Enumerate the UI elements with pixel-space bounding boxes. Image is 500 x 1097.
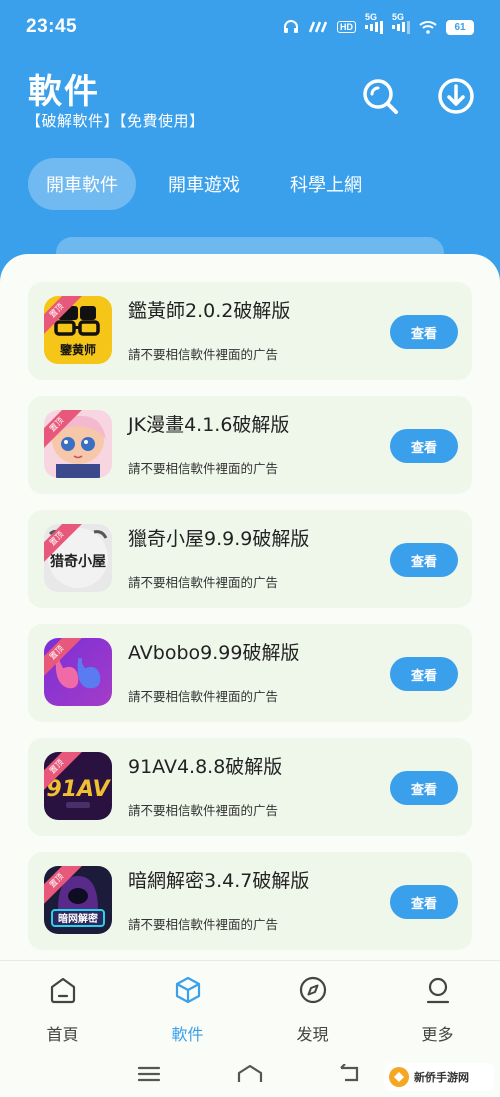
app-name: JK漫畫4.1.6破解版 — [128, 414, 290, 436]
darkweb-app-icon: 暗网解密 置顶 — [44, 866, 112, 934]
speed-indicator-icon — [308, 21, 328, 33]
status-bar: 23:45 HD 5G 5G 61 — [0, 0, 500, 54]
app-name: 91AV4.8.8破解版 — [128, 756, 283, 778]
signal-2-icon: 5G — [392, 12, 410, 34]
list-item: 置顶 JK漫畫4.1.6破解版 請不要相信軟件裡面的广告 查看 — [28, 396, 472, 494]
watermark-text: 新侨手游网 — [414, 1071, 469, 1084]
watermark-logo-icon — [389, 1067, 409, 1087]
app-name: 暗網解密3.4.7破解版 — [128, 870, 310, 892]
list-item: 鑒黄师 置顶 鑑黃師2.0.2破解版 請不要相信軟件裡面的广告 查看 — [28, 282, 472, 380]
back-icon[interactable] — [339, 1063, 363, 1088]
menu-icon[interactable] — [137, 1065, 161, 1087]
view-button[interactable]: 查看 — [390, 429, 458, 463]
app-description: 請不要相信軟件裡面的广告 — [128, 575, 279, 590]
list-item: 猎奇小屋 置顶 獵奇小屋9.9.9破解版 請不要相信軟件裡面的广告 查看 — [28, 510, 472, 608]
app-description: 請不要相信軟件裡面的广告 — [128, 689, 279, 704]
view-button[interactable]: 查看 — [390, 771, 458, 805]
lieqi-xiaowu-app-icon: 猎奇小屋 置顶 — [44, 524, 112, 592]
headphones-icon — [283, 19, 299, 35]
watermark: 新侨手游网 — [384, 1063, 494, 1091]
nav-item-discover[interactable]: 发現 — [250, 961, 375, 1055]
app-description: 請不要相信軟件裡面的广告 — [128, 347, 279, 362]
category-tabs: 開車軟件 開車遊戏 科學上網 — [28, 158, 380, 210]
page-title: 軟件 — [28, 72, 100, 112]
svg-text:鑒黄师: 鑒黄师 — [59, 342, 96, 357]
page-subtitle: 【破解軟件】【免費使用】 — [26, 112, 205, 130]
search-icon[interactable] — [358, 74, 402, 118]
jianhuangshi-app-icon: 鑒黄师 置顶 — [44, 296, 112, 364]
view-button[interactable]: 查看 — [390, 657, 458, 691]
battery-indicator: 61 — [446, 19, 474, 35]
box-icon — [175, 976, 200, 1004]
view-button[interactable]: 查看 — [390, 543, 458, 577]
nav-item-more[interactable]: 更多 — [375, 961, 500, 1055]
home-icon — [50, 977, 75, 1004]
nav-label: 更多 — [421, 1025, 454, 1044]
list-item: 91AV 置顶 91AV4.8.8破解版 請不要相信軟件裡面的广告 查看 — [28, 738, 472, 836]
91av-app-icon: 91AV 置顶 — [44, 752, 112, 820]
compass-icon — [299, 976, 326, 1004]
tab-vpn[interactable]: 科學上網 — [272, 158, 380, 210]
signal-1-icon: 5G — [365, 12, 383, 34]
svg-text:暗网解密: 暗网解密 — [58, 912, 98, 925]
app-description: 請不要相信軟件裡面的广告 — [128, 803, 279, 818]
svg-text:91AV: 91AV — [46, 777, 111, 802]
svg-text:猎奇小屋: 猎奇小屋 — [50, 553, 106, 570]
app-name: 鑑黃師2.0.2破解版 — [128, 300, 291, 322]
tab-kaiche-games[interactable]: 開車遊戏 — [150, 158, 258, 210]
list-item: 暗网解密 置顶 暗網解密3.4.7破解版 請不要相信軟件裡面的广告 查看 — [28, 852, 472, 950]
hd-badge: HD — [337, 21, 356, 33]
list-item: 置顶 AVbobo9.99破解版 請不要相信軟件裡面的广告 查看 — [28, 624, 472, 722]
app-description: 請不要相信軟件裡面的广告 — [128, 917, 279, 932]
profile-icon — [426, 977, 449, 1004]
status-time: 23:45 — [26, 16, 78, 37]
view-button[interactable]: 查看 — [390, 315, 458, 349]
nav-label: 发現 — [296, 1025, 329, 1044]
home-gesture-icon[interactable] — [236, 1064, 264, 1088]
nav-label: 首頁 — [46, 1025, 79, 1044]
bottom-nav: 首頁 軟件 发現 更多 — [0, 960, 500, 1055]
avbobo-app-icon: 置顶 — [44, 638, 112, 706]
app-name: AVbobo9.99破解版 — [128, 642, 300, 664]
nav-label: 軟件 — [171, 1025, 204, 1044]
wifi-icon — [419, 20, 437, 34]
status-icons: HD 5G 5G 61 — [283, 12, 474, 35]
app-description: 請不要相信軟件裡面的广告 — [128, 461, 279, 476]
download-icon[interactable] — [434, 74, 478, 118]
nav-item-software[interactable]: 軟件 — [125, 961, 250, 1055]
jk-manga-app-icon: 置顶 — [44, 410, 112, 478]
tab-kaiche-software[interactable]: 開車軟件 — [28, 158, 136, 210]
app-name: 獵奇小屋9.9.9破解版 — [128, 528, 310, 550]
view-button[interactable]: 查看 — [390, 885, 458, 919]
nav-item-home[interactable]: 首頁 — [0, 961, 125, 1055]
